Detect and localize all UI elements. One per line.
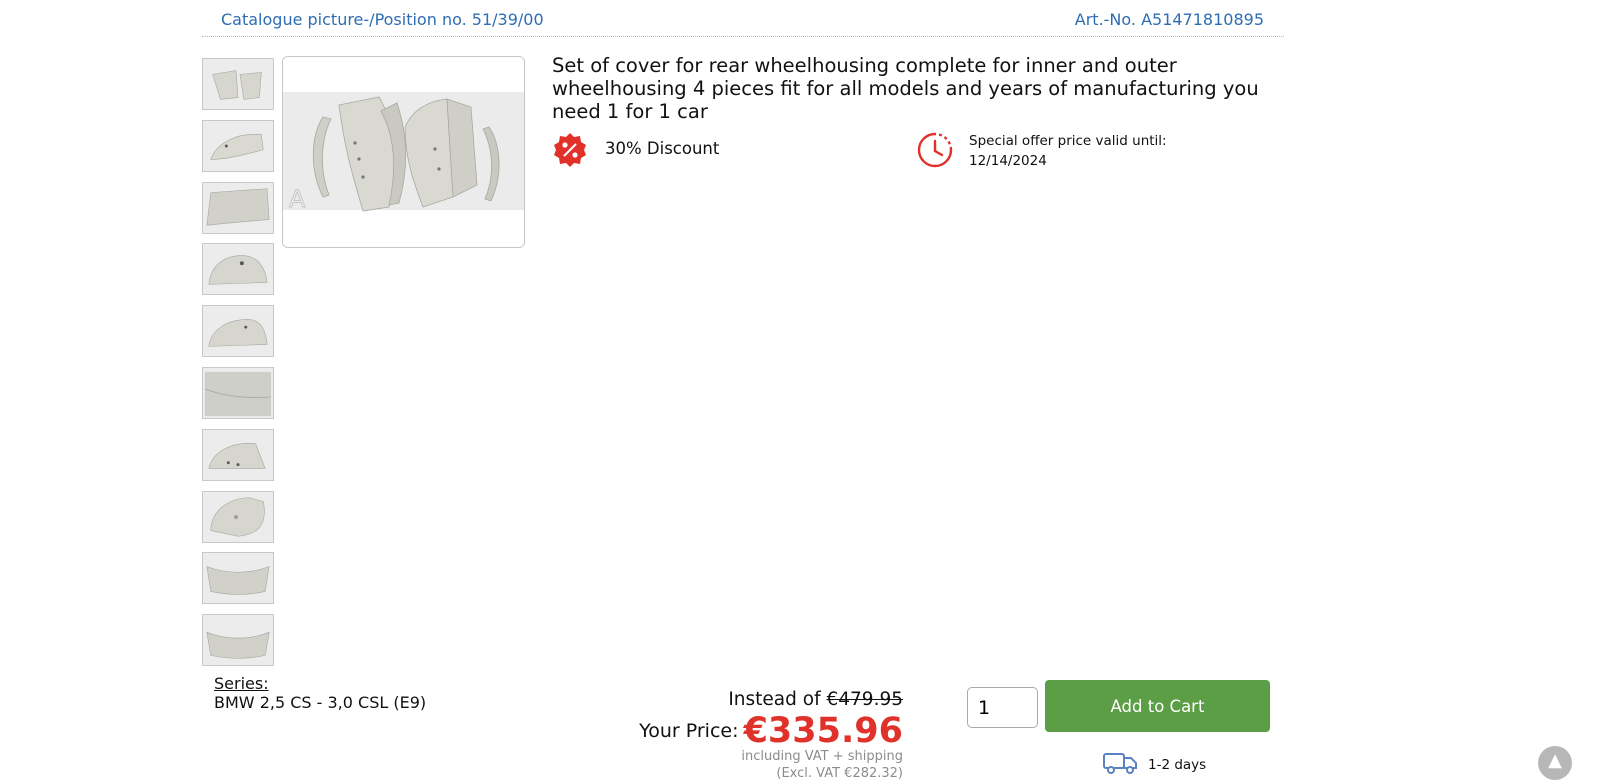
thumbnail-5[interactable] xyxy=(202,305,274,358)
scroll-to-top-button[interactable]: ▲ xyxy=(1538,746,1572,780)
thumbnail-4[interactable] xyxy=(202,243,274,296)
series-value: BMW 2,5 CS - 3,0 CSL (E9) xyxy=(214,693,427,712)
old-price: €479.95 xyxy=(826,689,903,710)
quantity-input[interactable] xyxy=(967,687,1038,728)
thumbnail-6[interactable] xyxy=(202,367,274,419)
thumbnail-7[interactable] xyxy=(202,428,274,481)
product-header-bar: Catalogue picture-/Position no. 51/39/00… xyxy=(202,0,1284,37)
main-product-image[interactable]: A xyxy=(282,56,525,248)
add-to-cart-button[interactable]: Add to Cart xyxy=(1045,680,1270,732)
instead-label: Instead of xyxy=(728,689,821,710)
thumbnail-2[interactable] xyxy=(202,119,274,172)
thumbnail-8[interactable] xyxy=(202,490,274,543)
your-price: Your Price: €335.96 xyxy=(639,711,903,751)
clock-icon xyxy=(916,131,954,169)
offer-date: 12/14/2024 xyxy=(969,152,1047,169)
special-offer-validity: Special offer price valid until: 12/14/2… xyxy=(969,132,1167,171)
discount-text: 30% Discount xyxy=(605,139,720,158)
watermark-logo: A xyxy=(289,185,306,213)
vat-note: including VAT + shipping xyxy=(741,749,903,764)
series-label: Series: xyxy=(214,674,269,693)
delivery-truck-icon xyxy=(1102,748,1138,776)
discount-badge-icon xyxy=(552,132,588,168)
article-number: Art.-No. A51471810895 xyxy=(1074,10,1264,29)
catalogue-position[interactable]: Catalogue picture-/Position no. 51/39/00 xyxy=(221,10,544,29)
original-price: Instead of €479.95 xyxy=(728,689,903,710)
thumbnail-10[interactable] xyxy=(202,614,274,667)
chevron-up-icon: ▲ xyxy=(1548,750,1562,771)
thumbnail-1[interactable] xyxy=(202,58,274,110)
your-price-label: Your Price: xyxy=(639,720,739,742)
thumbnail-9[interactable] xyxy=(202,552,274,605)
offer-label: Special offer price valid until: xyxy=(969,133,1167,149)
price-value: €335.96 xyxy=(743,711,903,751)
product-title: Set of cover for rear wheelhousing compl… xyxy=(552,54,1259,123)
thumbnail-3[interactable] xyxy=(202,181,274,234)
net-price-note: (Excl. VAT €282.32) xyxy=(776,766,903,781)
delivery-time: 1-2 days xyxy=(1148,757,1207,773)
